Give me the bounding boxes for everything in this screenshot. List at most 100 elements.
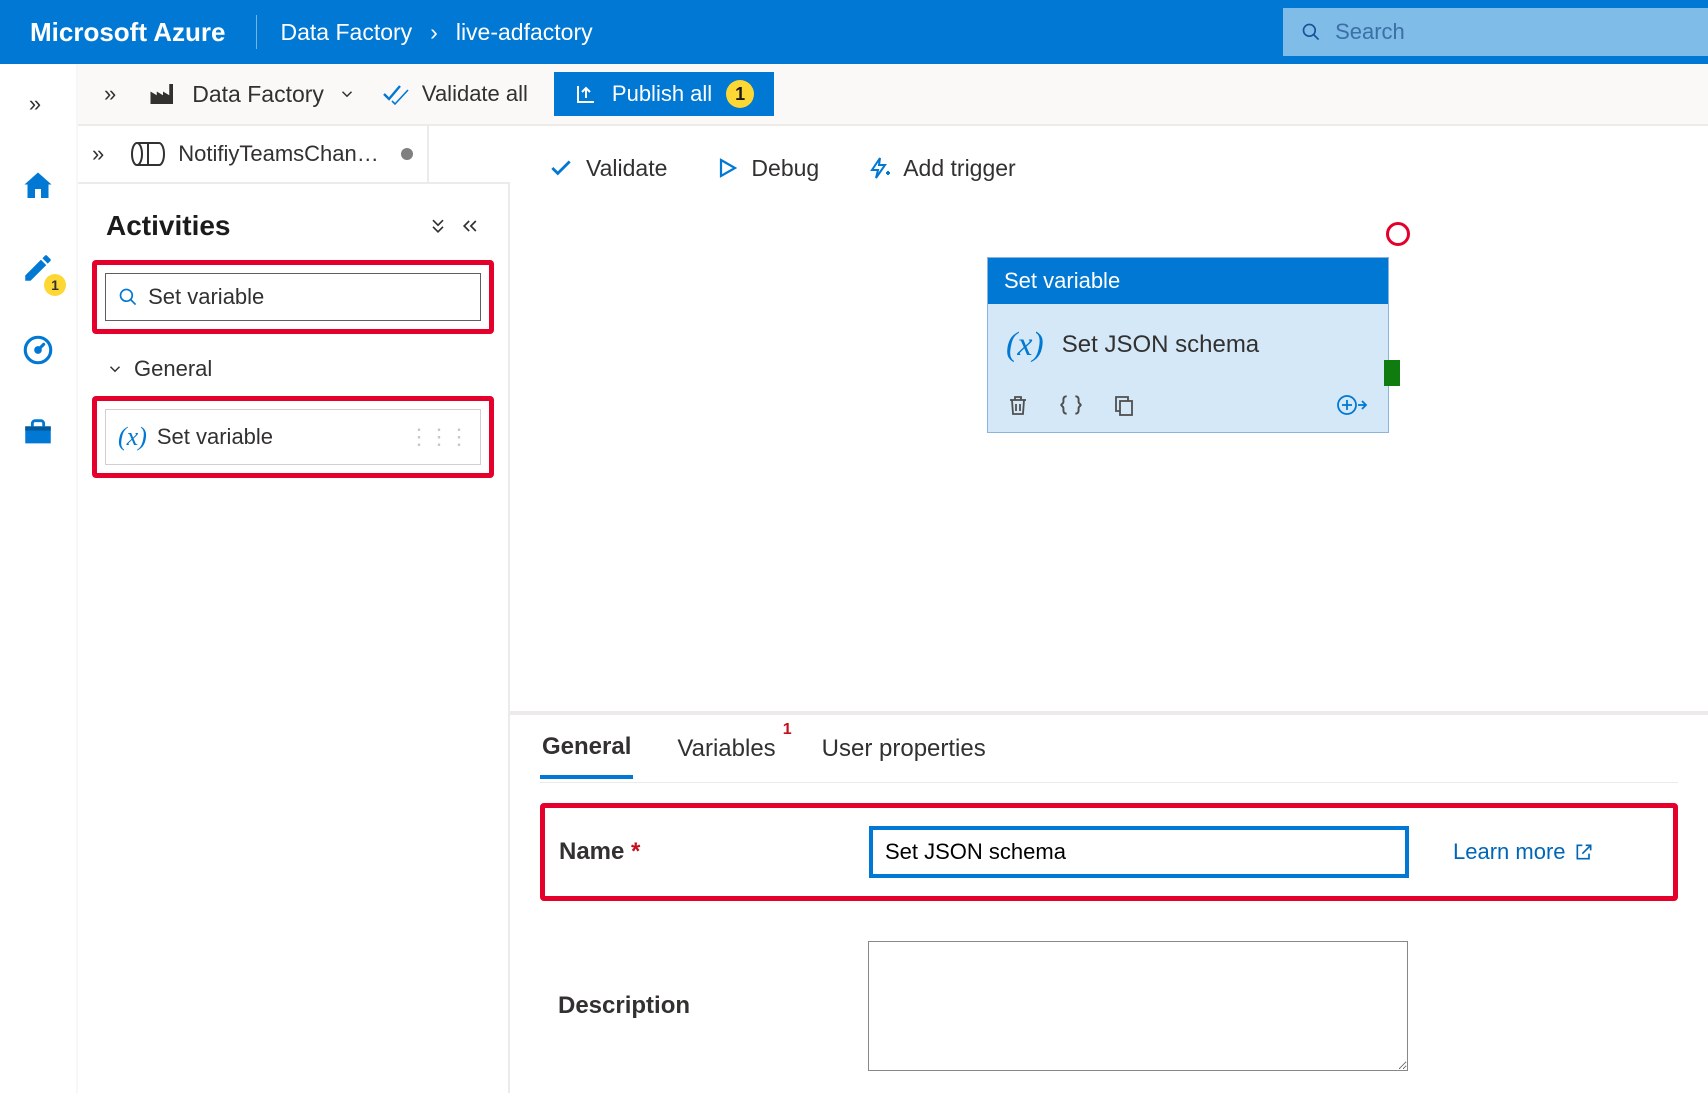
property-tabs: General Variables 1 User properties	[540, 715, 1678, 783]
monitor-button[interactable]	[16, 328, 60, 372]
validate-all-button[interactable]: Validate all	[382, 81, 528, 107]
canvas-area[interactable]: Set variable (x) Set JSON schema	[510, 210, 1708, 713]
activities-header: Activities	[78, 184, 508, 258]
pipeline-tab-label: NotifiyTeamsChan…	[178, 141, 379, 167]
activity-group-label: General	[134, 356, 212, 382]
activity-node-body: (x) Set JSON schema	[988, 304, 1388, 432]
gauge-icon	[21, 333, 55, 367]
publish-all-label: Publish all	[612, 81, 712, 107]
global-search[interactable]	[1283, 8, 1708, 56]
breadcrumb-current[interactable]: live-adfactory	[456, 19, 593, 46]
name-input[interactable]	[869, 826, 1409, 878]
check-icon	[548, 155, 574, 181]
pipeline-icon	[130, 141, 166, 167]
trash-icon	[1006, 392, 1030, 418]
activity-node-name: Set JSON schema	[1062, 331, 1259, 359]
canvas: Validate Debug Add trigger Set variable …	[510, 126, 1708, 1093]
activities-panel: Activities General (x) Set	[78, 126, 510, 1093]
activity-node[interactable]: Set variable (x) Set JSON schema	[988, 258, 1388, 432]
author-button[interactable]: 1	[16, 246, 60, 290]
factory-icon	[148, 81, 178, 107]
activity-group-general[interactable]: General	[78, 344, 508, 394]
variable-icon: (x)	[1006, 326, 1044, 364]
highlight-activity-item: (x) Set variable ⋮⋮⋮	[92, 396, 494, 478]
delete-node-button[interactable]	[1006, 392, 1030, 418]
required-asterisk: *	[631, 838, 640, 865]
highlight-dot-icon	[1386, 222, 1410, 246]
global-search-input[interactable]	[1335, 19, 1690, 45]
braces-icon	[1058, 392, 1084, 418]
external-link-icon	[1574, 842, 1594, 862]
debug-label: Debug	[751, 155, 819, 182]
factory-label: Data Factory	[192, 81, 324, 108]
view-code-button[interactable]	[1058, 392, 1084, 418]
brand-label[interactable]: Microsoft Azure	[0, 17, 256, 48]
home-icon	[20, 168, 56, 204]
authoring-toolbar: » Data Factory Validate all Publish all …	[78, 64, 1708, 126]
clone-node-button[interactable]	[1112, 392, 1136, 418]
validate-label: Validate	[586, 155, 667, 182]
add-trigger-button[interactable]: Add trigger	[867, 154, 1016, 182]
success-port[interactable]	[1384, 360, 1400, 386]
hide-panel-button[interactable]	[460, 216, 480, 236]
highlight-name-row: Name * Learn more	[540, 803, 1678, 901]
tab-variables-badge: 1	[783, 721, 792, 739]
pipeline-tabstrip: » NotifiyTeamsChan…	[78, 126, 510, 184]
author-badge: 1	[44, 274, 66, 296]
expand-tree-button[interactable]: »	[92, 141, 104, 167]
play-icon	[715, 155, 739, 181]
publish-icon	[574, 82, 598, 106]
learn-more-label: Learn more	[1453, 839, 1566, 865]
chevron-right-icon: ›	[430, 19, 438, 46]
debug-button[interactable]: Debug	[715, 155, 819, 182]
tab-variables[interactable]: Variables 1	[675, 721, 777, 777]
search-icon	[118, 286, 138, 308]
tab-variables-label: Variables	[677, 735, 775, 762]
search-icon	[1301, 21, 1321, 43]
activities-search-input[interactable]	[148, 284, 468, 310]
toolbox-icon	[21, 415, 55, 449]
collapse-all-button[interactable]	[428, 216, 448, 236]
activity-item-set-variable[interactable]: (x) Set variable ⋮⋮⋮	[105, 409, 481, 465]
home-button[interactable]	[16, 164, 60, 208]
check-all-icon	[382, 82, 410, 106]
learn-more-link[interactable]: Learn more	[1453, 839, 1594, 865]
workspace: » NotifiyTeamsChan… Activities	[78, 126, 1708, 1093]
activity-node-type: Set variable	[988, 258, 1388, 304]
name-label: Name *	[559, 838, 829, 866]
activities-search[interactable]	[105, 273, 481, 321]
description-label: Description	[558, 992, 828, 1020]
trigger-icon	[867, 154, 891, 182]
add-arrow-icon	[1336, 392, 1370, 418]
factory-switcher[interactable]: Data Factory	[148, 81, 356, 108]
left-rail: » 1	[0, 64, 78, 1093]
expand-rail-button[interactable]: »	[13, 82, 57, 126]
activities-title: Activities	[106, 210, 416, 242]
chevron-double-down-icon	[428, 216, 448, 236]
validate-button[interactable]: Validate	[548, 155, 667, 182]
add-trigger-label: Add trigger	[903, 155, 1016, 182]
azure-topbar: Microsoft Azure Data Factory › live-adfa…	[0, 0, 1708, 64]
activity-item-label: Set variable	[157, 424, 273, 450]
chevron-down-icon	[106, 360, 124, 378]
drag-grip-icon[interactable]: ⋮⋮⋮	[408, 424, 468, 450]
expand-panel-button[interactable]: »	[104, 81, 116, 107]
publish-all-button[interactable]: Publish all 1	[554, 72, 774, 116]
breadcrumb-root[interactable]: Data Factory	[281, 19, 413, 46]
variable-icon: (x)	[118, 422, 147, 452]
tab-user-properties[interactable]: User properties	[820, 721, 988, 777]
highlight-search-box	[92, 260, 494, 334]
chevron-down-icon	[338, 85, 356, 103]
property-pane: General Variables 1 User properties Name…	[510, 713, 1708, 1093]
description-input[interactable]	[868, 941, 1408, 1071]
publish-count-badge: 1	[726, 80, 754, 108]
name-label-text: Name	[559, 838, 624, 865]
chevron-double-left-icon	[460, 216, 480, 236]
copy-icon	[1112, 392, 1136, 418]
tab-general[interactable]: General	[540, 719, 633, 779]
canvas-toolbar: Validate Debug Add trigger	[510, 126, 1708, 210]
unsaved-dot-icon	[401, 148, 413, 160]
pipeline-tab[interactable]: NotifiyTeamsChan…	[116, 126, 429, 182]
add-output-button[interactable]	[1336, 392, 1370, 418]
manage-button[interactable]	[16, 410, 60, 454]
